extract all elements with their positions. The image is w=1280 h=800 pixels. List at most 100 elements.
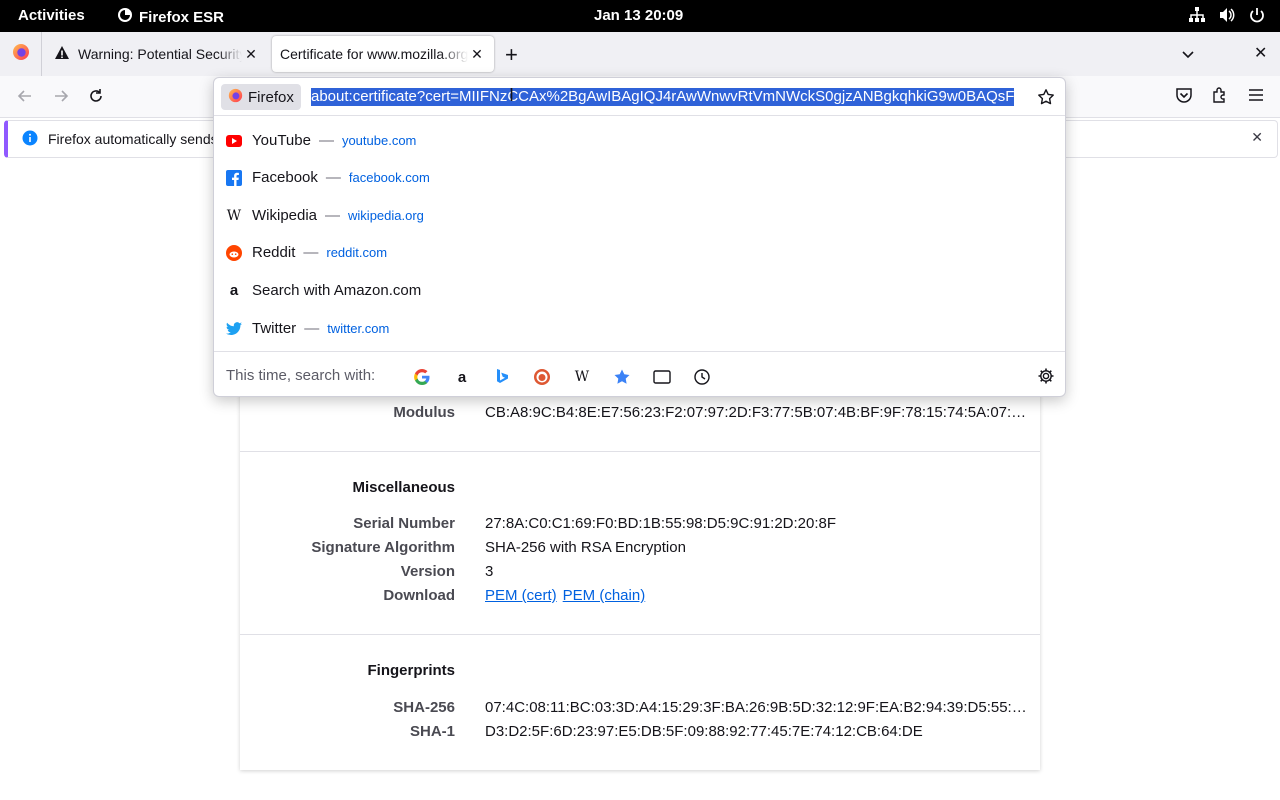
- search-engine-label: Firefox: [248, 88, 294, 106]
- wikipedia-icon: W: [226, 207, 242, 224]
- suggestion-url: twitter.com: [327, 321, 390, 336]
- system-top-bar: Activities Firefox ESR Jan 13 20:09: [0, 0, 1280, 32]
- suggestion-title: Search with Amazon.com: [252, 282, 422, 299]
- reddit-icon: [226, 244, 242, 261]
- bing-icon[interactable]: [482, 367, 522, 387]
- dash-separator: —: [303, 244, 319, 261]
- amazon-icon[interactable]: a: [442, 367, 482, 387]
- tab-title: Warning: Potential Security Risk Ahead: [78, 46, 242, 62]
- section-divider: [240, 451, 1040, 452]
- suggestion-reddit[interactable]: Reddit — reddit.com: [214, 234, 1065, 271]
- amazon-icon: a: [229, 282, 239, 299]
- sha256-label: SHA-256: [393, 699, 455, 716]
- modulus-value: CB:A8:9C:B4:8E:E7:56:23:F2:07:97:2D:F3:7…: [485, 404, 1027, 421]
- twitter-icon: [226, 321, 242, 337]
- forward-button[interactable]: [52, 87, 70, 110]
- serial-value: 27:8A:C0:C1:69:F0:BD:1B:55:98:D5:9C:91:2…: [485, 515, 837, 532]
- urlbar-popup: Firefox about:certificate?cert=MIIFNzCCA…: [213, 77, 1066, 397]
- url-input[interactable]: about:certificate?cert=MIIFNzCCAx%2BgAwI…: [311, 88, 1033, 107]
- youtube-icon: [226, 133, 242, 149]
- close-tab-icon[interactable]: ✕: [242, 46, 260, 63]
- firefox-view-button[interactable]: [0, 32, 42, 76]
- suggestion-amazon-search[interactable]: a Search with Amazon.com: [214, 272, 1065, 309]
- suggestion-url: youtube.com: [341, 133, 417, 148]
- sha256-value: 07:4C:08:11:BC:03:3D:A4:15:29:3F:BA:26:9…: [485, 699, 1027, 716]
- download-label: Download: [383, 587, 455, 604]
- version-label: Version: [400, 563, 455, 580]
- facebook-icon: [226, 169, 242, 186]
- tab-warning[interactable]: Warning: Potential Security Risk Ahead ✕: [46, 36, 268, 72]
- close-notification-icon[interactable]: ✕: [1251, 129, 1263, 146]
- pem-chain-link[interactable]: PEM (chain): [563, 587, 646, 604]
- section-title-fingerprints: Fingerprints: [367, 662, 455, 679]
- app-name: Firefox ESR: [139, 8, 225, 26]
- bookmarks-icon[interactable]: [602, 367, 642, 387]
- google-icon[interactable]: [402, 367, 442, 387]
- signature-algorithm-value: SHA-256 with RSA Encryption: [485, 539, 686, 556]
- close-tab-icon[interactable]: ✕: [468, 46, 486, 63]
- firefox-logo-icon: [228, 88, 243, 107]
- suggestion-twitter[interactable]: Twitter — twitter.com: [214, 310, 1065, 347]
- info-icon: [22, 130, 38, 151]
- suggestion-facebook[interactable]: Facebook — facebook.com: [214, 159, 1065, 196]
- section-title-miscellaneous: Miscellaneous: [352, 479, 455, 496]
- firefox-logo-icon: [12, 43, 30, 66]
- activities-button[interactable]: Activities: [18, 7, 85, 24]
- wikipedia-icon[interactable]: W: [562, 367, 602, 387]
- dash-separator: —: [304, 320, 320, 337]
- search-with-label: This time, search with:: [226, 367, 376, 384]
- url-selected-text: about:certificate?cert=MIIFNzCCAx%2BgAwI…: [311, 88, 1015, 106]
- reload-button[interactable]: [87, 87, 105, 110]
- suggestion-title: Twitter: [252, 320, 297, 337]
- modulus-label: Modulus: [393, 404, 455, 421]
- dash-separator: —: [318, 132, 334, 149]
- pocket-button[interactable]: [1175, 86, 1193, 104]
- app-menu-button[interactable]: [1247, 86, 1265, 104]
- new-tab-button[interactable]: +: [505, 42, 518, 68]
- suggestion-url: reddit.com: [326, 245, 388, 260]
- sha1-value: D3:D2:5F:6D:23:97:E5:DB:5F:09:88:92:77:4…: [485, 723, 923, 740]
- power-icon: [1248, 6, 1266, 24]
- tab-strip: Warning: Potential Security Risk Ahead ✕…: [0, 32, 1280, 76]
- app-menu[interactable]: Firefox ESR: [117, 7, 224, 27]
- signature-algorithm-label: Signature Algorithm: [311, 539, 455, 556]
- pem-cert-link[interactable]: PEM (cert): [485, 587, 557, 604]
- network-icon: [1188, 6, 1206, 24]
- text-cursor-icon: I: [509, 85, 515, 105]
- suggestion-wikipedia[interactable]: W Wikipedia — wikipedia.org: [214, 197, 1065, 234]
- notification-text: Firefox automatically sends some data to…: [48, 131, 218, 147]
- urlbar[interactable]: Firefox about:certificate?cert=MIIFNzCCA…: [214, 78, 1065, 116]
- suggestion-title: YouTube: [252, 132, 311, 149]
- search-engine-chip[interactable]: Firefox: [221, 84, 301, 110]
- tab-title: Certificate for www.mozilla.org: [280, 46, 468, 62]
- tab-certificate[interactable]: Certificate for www.mozilla.org ✕: [272, 36, 494, 72]
- popup-divider: [214, 351, 1065, 352]
- version-value: 3: [485, 563, 494, 580]
- download-links: PEM (cert) PEM (chain): [485, 587, 651, 604]
- clock[interactable]: Jan 13 20:09: [594, 7, 683, 24]
- suggestion-url: facebook.com: [348, 170, 430, 185]
- duckduckgo-icon[interactable]: [522, 367, 562, 387]
- extensions-button[interactable]: [1211, 86, 1229, 104]
- history-icon[interactable]: [682, 367, 722, 387]
- warning-icon: [54, 45, 70, 64]
- suggestion-url: wikipedia.org: [348, 208, 424, 223]
- back-button[interactable]: [16, 87, 34, 110]
- dash-separator: —: [325, 169, 341, 186]
- serial-label: Serial Number: [353, 515, 455, 532]
- dash-separator: —: [325, 207, 341, 224]
- list-all-tabs-button[interactable]: [1180, 46, 1196, 67]
- firefox-app-icon: [117, 7, 133, 27]
- one-off-search-engines: a W: [402, 367, 722, 387]
- section-divider: [240, 634, 1040, 635]
- suggestion-title: Wikipedia: [252, 207, 318, 224]
- system-menu[interactable]: [1188, 6, 1266, 24]
- search-settings-gear-icon[interactable]: [1037, 367, 1055, 390]
- suggestion-title: Reddit: [252, 244, 296, 261]
- suggestion-youtube[interactable]: YouTube — youtube.com: [214, 122, 1065, 159]
- bookmark-star-icon[interactable]: [1037, 88, 1055, 111]
- tabs-icon[interactable]: [642, 367, 682, 387]
- suggestion-title: Facebook: [252, 169, 318, 186]
- window-close-button[interactable]: ✕: [1254, 43, 1267, 63]
- volume-icon: [1218, 6, 1236, 24]
